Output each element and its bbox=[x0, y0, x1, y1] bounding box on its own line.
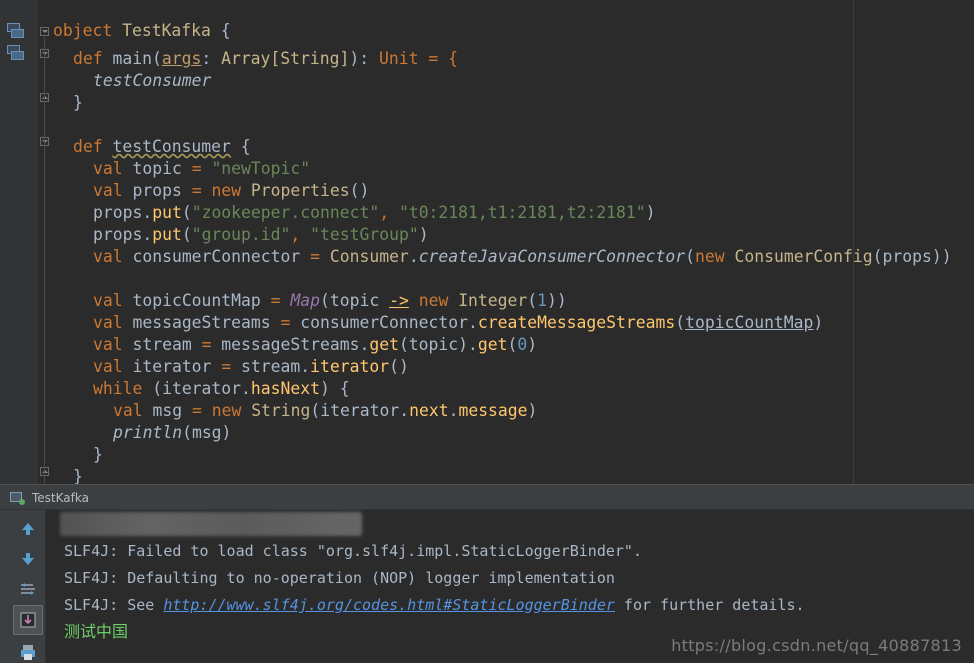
class-name: TestKafka bbox=[122, 21, 211, 40]
run-toolbar bbox=[0, 510, 46, 663]
watermark: https://blog.csdn.net/qq_40887813 bbox=[671, 636, 962, 655]
type-name: Array[String] bbox=[221, 49, 350, 68]
code-line: } bbox=[53, 438, 103, 464]
editor-left-strip bbox=[0, 0, 38, 484]
arrow-up-icon[interactable] bbox=[14, 515, 42, 543]
punct: ) bbox=[813, 313, 824, 332]
console-link[interactable]: http://www.slf4j.org/codes.html#StaticLo… bbox=[163, 596, 615, 614]
type-name: String bbox=[251, 401, 311, 420]
code-line: val topicCountMap = Map(topic -> new Int… bbox=[53, 284, 567, 310]
code-line: while (iterator.hasNext) { bbox=[53, 372, 350, 398]
string-literal: "t0:2181,t1:2181,t2:2181" bbox=[398, 203, 646, 222]
code-line: val consumerConnector = Consumer.createJ… bbox=[53, 240, 952, 266]
code-line: val props = new Properties() bbox=[53, 174, 369, 200]
run-tab-label: TestKafka bbox=[32, 490, 89, 505]
punct: = { bbox=[418, 49, 458, 68]
method-call: next bbox=[409, 401, 449, 420]
console-line: SLF4J: See http://www.slf4j.org/codes.ht… bbox=[64, 592, 805, 619]
arrow-down-icon[interactable] bbox=[14, 545, 42, 573]
punct: . bbox=[448, 401, 459, 420]
method-call: println bbox=[113, 423, 183, 442]
punct: { bbox=[210, 21, 231, 40]
method-call: get bbox=[477, 335, 508, 354]
keyword: val bbox=[93, 247, 123, 266]
console-text: for further details. bbox=[614, 596, 805, 614]
operator: = bbox=[310, 247, 320, 266]
code-line: } bbox=[53, 86, 83, 112]
code-line: val messageStreams = consumerConnector.c… bbox=[53, 306, 823, 332]
type-name: ConsumerConfig bbox=[734, 247, 873, 266]
run-gutter-icon[interactable] bbox=[6, 44, 26, 62]
code-line: testConsumer bbox=[53, 64, 211, 90]
type-name: Consumer bbox=[329, 247, 409, 266]
code-line: props.put("group.id", "testGroup") bbox=[53, 218, 429, 244]
code-line: def main(args: Array[String]): Unit = { bbox=[53, 42, 458, 68]
punct: ) bbox=[645, 203, 656, 222]
scroll-to-end-icon[interactable] bbox=[13, 605, 43, 635]
punct: } bbox=[73, 467, 83, 484]
method-call: createJavaConsumerConnector bbox=[418, 247, 686, 266]
keyword: new bbox=[695, 247, 725, 266]
number-literal: 0 bbox=[517, 335, 528, 354]
punct: ( bbox=[675, 313, 686, 332]
run-panel-header: TestKafka bbox=[0, 484, 974, 510]
code-line: def testConsumer { bbox=[53, 130, 251, 156]
run-config-icon bbox=[10, 491, 26, 505]
code-editor[interactable]: object TestKafka { def main(args: Array[… bbox=[0, 0, 974, 484]
code-line: } bbox=[53, 460, 83, 484]
code-line: props.put("zookeeper.connect", "t0:2181,… bbox=[53, 196, 656, 222]
code-line: println(msg) bbox=[53, 416, 231, 442]
code-line: val topic = "newTopic" bbox=[53, 152, 310, 178]
print-icon[interactable] bbox=[14, 638, 42, 663]
identifier: topicCountMap bbox=[685, 313, 814, 332]
punct: . bbox=[408, 247, 419, 266]
type-name: Unit bbox=[378, 49, 419, 68]
console-line: SLF4J: Failed to load class "org.slf4j.i… bbox=[64, 542, 642, 560]
punct: } bbox=[93, 445, 103, 464]
console-text: SLF4J: See bbox=[64, 596, 164, 614]
console-line: SLF4J: Defaulting to no-operation (NOP) … bbox=[64, 569, 615, 587]
code-line: val stream = messageStreams.get(topic).g… bbox=[53, 328, 537, 354]
code-line: object TestKafka { bbox=[53, 20, 231, 42]
punct: ) bbox=[527, 401, 538, 420]
method-call: message bbox=[458, 401, 528, 420]
punct: ) bbox=[527, 335, 538, 354]
punct: ): bbox=[349, 49, 379, 68]
punct: (msg) bbox=[182, 423, 232, 442]
run-panel: SLF4J: Failed to load class "org.slf4j.i… bbox=[0, 510, 974, 663]
run-gutter-icon[interactable] bbox=[6, 22, 26, 40]
punct: (topic). bbox=[398, 335, 478, 354]
method-call: testConsumer bbox=[93, 71, 212, 90]
keyword: object bbox=[53, 21, 113, 40]
punct: } bbox=[73, 93, 83, 112]
punct: ( bbox=[507, 335, 518, 354]
code-line: val msg = new String(iterator.next.messa… bbox=[53, 394, 537, 420]
fold-guide-line bbox=[44, 37, 45, 484]
blurred-command-line bbox=[60, 512, 362, 536]
soft-wrap-icon[interactable] bbox=[14, 575, 42, 603]
run-tab[interactable]: TestKafka bbox=[0, 485, 89, 510]
code-line: val iterator = stream.iterator() bbox=[53, 350, 409, 376]
fold-marker-icon[interactable] bbox=[40, 27, 49, 36]
punct: () bbox=[389, 357, 409, 376]
identifier: consumerConnector bbox=[122, 247, 311, 266]
identifier: (iterator. bbox=[310, 401, 410, 420]
console-output-chinese: 测试中国 bbox=[64, 622, 129, 641]
punct: (props)) bbox=[872, 247, 952, 266]
punct: ( bbox=[685, 247, 695, 266]
